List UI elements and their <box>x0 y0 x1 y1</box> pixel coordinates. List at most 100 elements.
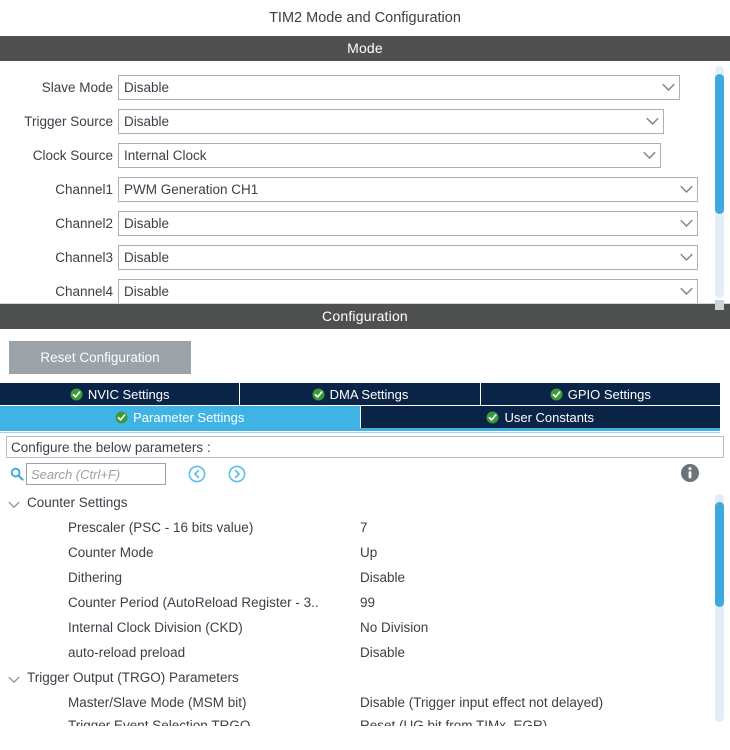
configuration-panel: Reset Configuration NVIC Settings DMA Set… <box>0 329 730 726</box>
mode-row: Channel3 Disable <box>0 240 730 274</box>
parameter-row[interactable]: Trigger Event Selection TRGO Reset (UG bi… <box>0 715 730 727</box>
parameter-row[interactable]: Counter Period (AutoReload Register - 3.… <box>0 590 730 615</box>
parameter-tree-scrollbar-track[interactable] <box>715 494 724 722</box>
mode-dropdown-value: Disable <box>124 113 170 129</box>
info-icon[interactable] <box>680 463 700 486</box>
mode-dropdown-value: PWM Generation CH1 <box>124 181 259 197</box>
parameter-row[interactable]: Counter Mode Up <box>0 540 730 565</box>
tab-row-secondary: Parameter Settings User Constants <box>0 406 720 428</box>
configuration-section-header: Configuration <box>0 304 730 329</box>
search-row <box>0 458 730 490</box>
check-circle-icon <box>312 388 325 401</box>
parameter-value[interactable]: 99 <box>360 595 375 610</box>
parameter-value[interactable]: Up <box>360 545 377 560</box>
reset-configuration-wrap: Reset Configuration <box>0 329 730 383</box>
mode-dropdown-value: Disable <box>124 215 170 231</box>
parameter-group-row[interactable]: Counter Settings <box>0 490 730 515</box>
tab-label: NVIC Settings <box>87 386 170 402</box>
parameter-label: Trigger Output (TRGO) Parameters <box>27 670 239 685</box>
parameter-value[interactable]: 7 <box>360 520 368 535</box>
mode-dropdown[interactable]: Disable <box>118 74 680 100</box>
chevron-down-icon <box>675 185 697 194</box>
chevron-down-icon[interactable] <box>8 672 20 687</box>
parameter-row[interactable]: auto-reload preload Disable <box>0 640 730 665</box>
parameter-label: Counter Mode <box>68 545 154 560</box>
mode-dropdown-value: Disable <box>124 79 170 95</box>
tab-user-constants[interactable]: User Constants <box>360 406 720 428</box>
parameter-row[interactable]: Dithering Disable <box>0 565 730 590</box>
mode-section-header: Mode <box>0 36 730 61</box>
search-icon <box>8 467 26 481</box>
chevron-down-icon[interactable] <box>8 497 20 512</box>
parameter-tree-scrollbar-thumb[interactable] <box>715 502 724 607</box>
parameter-label: Trigger Event Selection TRGO <box>68 717 251 727</box>
tab-row-primary: NVIC Settings DMA Settings GPIO Settings <box>0 383 720 405</box>
mode-row-label: Channel2 <box>55 215 113 231</box>
mode-dropdown-value: Internal Clock <box>124 147 207 163</box>
parameter-row[interactable]: Internal Clock Division (CKD) No Division <box>0 615 730 640</box>
mode-dropdown-value: Disable <box>124 283 170 299</box>
mode-row-label: Channel3 <box>55 249 113 265</box>
reset-configuration-button[interactable]: Reset Configuration <box>9 341 191 374</box>
tim2-configuration-window: TIM2 Mode and Configuration Mode Slave M… <box>0 0 730 750</box>
mode-row: Channel4 Disable <box>0 274 730 303</box>
search-prev-button[interactable] <box>188 465 206 483</box>
mode-row-label: Clock Source <box>32 147 113 163</box>
parameter-value[interactable]: Disable <box>360 645 405 660</box>
mode-row: Slave Mode Disable <box>0 70 730 104</box>
parameter-label: Internal Clock Division (CKD) <box>68 620 243 635</box>
tab-label: Parameter Settings <box>133 409 245 425</box>
mode-dropdown[interactable]: PWM Generation CH1 <box>118 176 698 202</box>
parameter-value[interactable]: No Division <box>360 620 428 635</box>
tab-label: GPIO Settings <box>567 386 651 402</box>
mode-dropdown-value: Disable <box>124 249 170 265</box>
mode-row: Channel2 Disable <box>0 206 730 240</box>
mode-dropdown[interactable]: Disable <box>118 278 698 303</box>
check-circle-icon <box>550 388 563 401</box>
chevron-down-icon <box>638 151 660 160</box>
parameter-group-row[interactable]: Trigger Output (TRGO) Parameters <box>0 665 730 690</box>
parameter-tree: Counter Settings Prescaler (PSC - 16 bits… <box>0 490 730 726</box>
search-input[interactable] <box>26 463 166 485</box>
parameter-label: Master/Slave Mode (MSM bit) <box>68 695 247 710</box>
mode-row-label: Slave Mode <box>41 79 113 95</box>
mode-dropdown[interactable]: Disable <box>118 244 698 270</box>
tab-dma-settings[interactable]: DMA Settings <box>240 383 481 405</box>
parameter-value[interactable]: Disable <box>360 570 405 585</box>
tab-label: User Constants <box>504 409 595 425</box>
tab-label: DMA Settings <box>329 386 409 402</box>
chevron-down-icon <box>641 117 663 126</box>
chevron-down-icon <box>675 219 697 228</box>
parameter-row[interactable]: Master/Slave Mode (MSM bit) Disable (Trig… <box>0 690 730 715</box>
chevron-down-icon <box>675 287 697 296</box>
mode-row: Clock Source Internal Clock <box>0 138 730 172</box>
mode-scrollbar-thumb[interactable] <box>715 74 724 214</box>
tab-parameter-settings[interactable]: Parameter Settings <box>0 406 361 428</box>
page-title: TIM2 Mode and Configuration <box>0 0 730 36</box>
mode-dropdown[interactable]: Disable <box>118 108 664 134</box>
parameter-label: Counter Period (AutoReload Register - 3.… <box>68 595 319 610</box>
parameter-value[interactable]: Reset (UG bit from TIMx_EGR) <box>360 718 547 727</box>
scrollbar-gap <box>715 300 724 310</box>
check-circle-icon <box>70 388 83 401</box>
configure-banner: Configure the below parameters : <box>6 436 724 458</box>
parameter-value[interactable]: Disable (Trigger input effect not delaye… <box>360 695 603 710</box>
mode-scrollbar-track[interactable] <box>715 66 724 298</box>
mode-dropdown[interactable]: Internal Clock <box>118 142 661 168</box>
tab-gpio-settings[interactable]: GPIO Settings <box>480 383 720 405</box>
mode-rows: Slave Mode Disable Trigger Source Disable Cl… <box>0 61 730 303</box>
chevron-down-icon <box>657 83 679 92</box>
search-next-button[interactable] <box>228 465 246 483</box>
mode-row: Channel1 PWM Generation CH1 <box>0 172 730 206</box>
chevron-down-icon <box>675 253 697 262</box>
tab-nvic-settings[interactable]: NVIC Settings <box>0 383 241 405</box>
mode-row: Trigger Source Disable <box>0 104 730 138</box>
mode-dropdown[interactable]: Disable <box>118 210 698 236</box>
tab-underline <box>0 428 720 431</box>
mode-row-label: Channel4 <box>55 283 113 299</box>
parameter-row[interactable]: Prescaler (PSC - 16 bits value) 7 <box>0 515 730 540</box>
check-circle-icon <box>115 411 128 424</box>
mode-row-label: Trigger Source <box>24 113 113 129</box>
mode-panel: Slave Mode Disable Trigger Source Disable Cl… <box>0 61 730 304</box>
parameter-label: Dithering <box>68 570 123 585</box>
